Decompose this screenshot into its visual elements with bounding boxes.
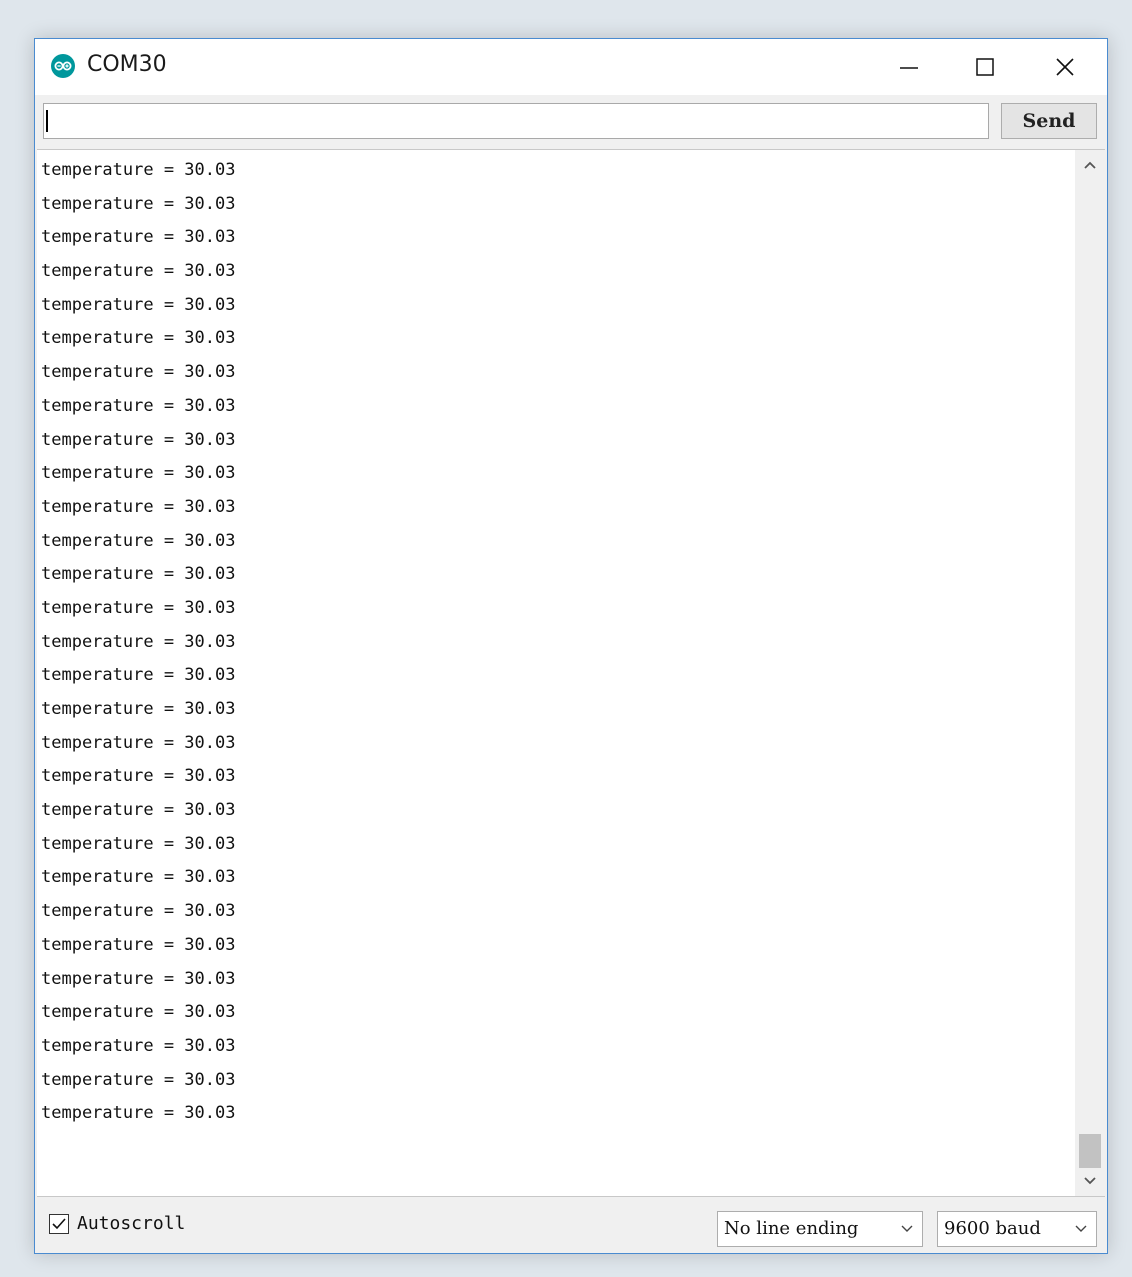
autoscroll-label: Autoscroll <box>77 1213 186 1234</box>
line-ending-select[interactable]: No line ending <box>717 1211 923 1247</box>
output-line: temperature = 30.03 <box>41 699 236 719</box>
checkmark-icon <box>52 1217 66 1229</box>
send-button[interactable]: Send <box>1001 103 1097 139</box>
output-line: temperature = 30.03 <box>41 1035 236 1056</box>
serial-input[interactable] <box>43 103 989 139</box>
chevron-down-icon <box>1084 1177 1096 1185</box>
output-line: temperature = 30.03 <box>41 1103 236 1124</box>
output-line: temperature = 30.03 <box>41 328 236 349</box>
status-bar: Autoscroll No line ending 9600 baud <box>35 1199 1107 1253</box>
output-line: temperature = 30.03 <box>41 530 236 551</box>
window-title: COM30 <box>87 52 167 77</box>
output-line: temperature = 30.03 <box>41 227 236 248</box>
serial-monitor-window: COM30 Send temperature = 30.03 temperatur… <box>34 38 1108 1254</box>
output-lines: temperature = 30.03 temperature = 30.03 te… <box>41 154 235 1131</box>
scroll-up-button[interactable] <box>1075 150 1105 180</box>
minimize-button[interactable] <box>873 39 945 95</box>
autoscroll-toggle[interactable]: Autoscroll <box>49 1213 185 1234</box>
vertical-scrollbar[interactable] <box>1075 150 1105 1196</box>
output-line: temperature = 30.03 <box>41 362 236 383</box>
title-bar: COM30 <box>35 39 1107 95</box>
chevron-down-icon <box>901 1225 913 1232</box>
output-line: temperature = 30.03 <box>41 665 236 686</box>
output-line: temperature = 30.03 <box>41 193 236 214</box>
output-line: temperature = 30.03 <box>41 261 236 282</box>
output-line: temperature = 30.03 <box>41 867 236 888</box>
output-line: temperature = 30.03 <box>41 968 236 989</box>
serial-output[interactable]: temperature = 30.03 temperature = 30.03 te… <box>37 149 1105 1197</box>
output-line: temperature = 30.03 <box>41 833 236 854</box>
output-line: temperature = 30.03 <box>41 1002 236 1023</box>
output-line: temperature = 30.03 <box>41 160 236 180</box>
output-line: temperature = 30.03 <box>41 901 236 922</box>
baud-rate-value: 9600 baud <box>944 1218 1041 1239</box>
chevron-up-icon <box>1084 161 1096 169</box>
close-icon <box>1056 58 1074 76</box>
output-line: temperature = 30.03 <box>41 766 236 787</box>
scroll-thumb[interactable] <box>1079 1134 1101 1168</box>
output-line: temperature = 30.03 <box>41 463 236 484</box>
autoscroll-checkbox[interactable] <box>49 1213 69 1234</box>
chevron-down-icon <box>1075 1225 1087 1232</box>
minimize-icon <box>900 67 918 69</box>
output-line: temperature = 30.03 <box>41 597 236 618</box>
output-line: temperature = 30.03 <box>41 294 236 315</box>
scroll-down-button[interactable] <box>1075 1166 1105 1196</box>
output-line: temperature = 30.03 <box>41 564 236 585</box>
output-line: temperature = 30.03 <box>41 631 236 652</box>
output-line: temperature = 30.03 <box>41 800 236 821</box>
maximize-icon <box>976 58 994 76</box>
close-button[interactable] <box>1029 39 1101 95</box>
baud-rate-select[interactable]: 9600 baud <box>937 1211 1097 1247</box>
line-ending-value: No line ending <box>724 1218 859 1239</box>
output-line: temperature = 30.03 <box>41 395 236 416</box>
output-line: temperature = 30.03 <box>41 1069 236 1090</box>
output-line: temperature = 30.03 <box>41 732 236 753</box>
output-line: temperature = 30.03 <box>41 429 236 450</box>
send-row: Send <box>35 95 1107 147</box>
arduino-icon <box>51 54 75 78</box>
text-caret <box>46 110 48 132</box>
maximize-button[interactable] <box>949 39 1021 95</box>
output-line: temperature = 30.03 <box>41 496 236 517</box>
output-line: temperature = 30.03 <box>41 934 236 955</box>
